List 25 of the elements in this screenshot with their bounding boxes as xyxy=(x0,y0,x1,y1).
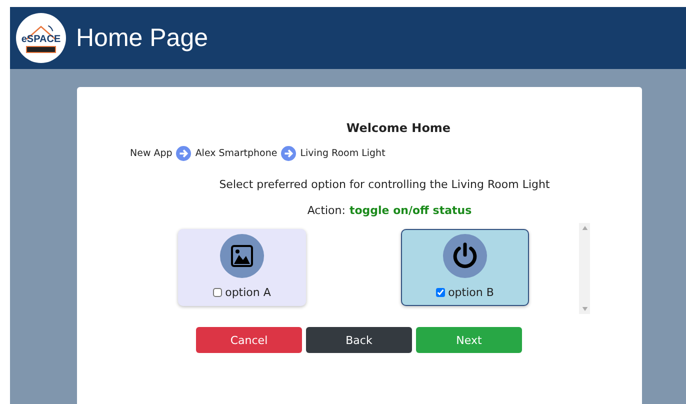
page-title: Home Page xyxy=(76,24,208,52)
scrollbar[interactable] xyxy=(579,223,590,314)
logo-text: eSPACE xyxy=(21,35,61,45)
power-icon xyxy=(451,242,479,270)
option-checkbox[interactable] xyxy=(213,288,222,297)
option-card[interactable]: option A xyxy=(178,229,306,306)
card-heading: Welcome Home xyxy=(345,121,452,135)
back-button[interactable]: Back xyxy=(306,327,412,353)
breadcrumb-item[interactable]: Alex Smartphone xyxy=(195,148,278,159)
arrow-right-icon xyxy=(176,146,192,161)
action-label: Action: xyxy=(307,204,346,217)
option-label: option A xyxy=(225,286,271,299)
skyline-icon xyxy=(26,46,56,53)
image-icon xyxy=(230,244,254,268)
scroll-up-icon[interactable] xyxy=(582,226,588,230)
cancel-button[interactable]: Cancel xyxy=(196,327,302,353)
prompt-text: Select preferred option for controlling the Living Room Light xyxy=(218,178,551,191)
option-card[interactable]: option B xyxy=(401,229,529,306)
option-label: option B xyxy=(448,286,494,299)
arrow-right-icon xyxy=(281,146,296,161)
breadcrumb-item[interactable]: New App xyxy=(130,148,172,159)
breadcrumb-item[interactable]: Living Room Light xyxy=(300,148,386,159)
option-checkbox[interactable] xyxy=(436,288,446,297)
action-value: toggle on/off status xyxy=(349,204,472,217)
scroll-down-icon[interactable] xyxy=(582,307,588,311)
